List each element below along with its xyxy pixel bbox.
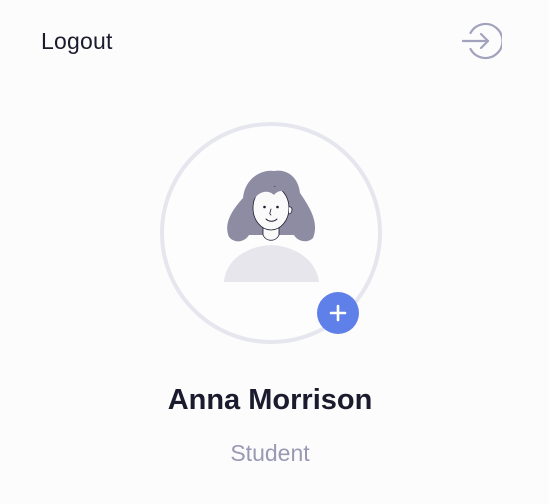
- profile-name: Anna Morrison: [167, 384, 373, 416]
- user-avatar-illustration: [224, 170, 319, 282]
- logout-arrow-icon: [461, 22, 504, 60]
- logout-icon[interactable]: [461, 22, 504, 60]
- plus-icon: [329, 304, 347, 322]
- add-photo-button[interactable]: [317, 292, 359, 334]
- profile-screen: Logout Anna Morrison Student: [0, 0, 549, 504]
- profile-role: Student: [230, 440, 310, 466]
- logout-label[interactable]: Logout: [41, 27, 113, 55]
- avatar: [205, 165, 337, 289]
